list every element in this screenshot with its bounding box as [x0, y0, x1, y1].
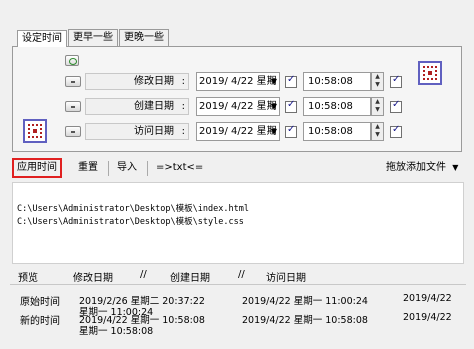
refresh-icon[interactable]: [65, 55, 79, 66]
created-date-checkbox[interactable]: [285, 99, 297, 113]
reset-button[interactable]: 重置: [78, 158, 98, 178]
spin-down-icon[interactable]: ▼: [372, 131, 383, 139]
modified-row-button[interactable]: [65, 76, 81, 87]
modified-time-spinner[interactable]: ▲ ▼: [371, 72, 384, 91]
modified-date-label: 修改日期 :: [85, 73, 189, 90]
preview-col-modified: 修改日期: [73, 273, 113, 284]
spin-up-icon[interactable]: ▲: [372, 98, 383, 106]
chevron-down-icon: ▼: [270, 127, 277, 136]
chevron-down-icon: ▼: [452, 163, 459, 172]
preview-sep: //: [238, 269, 245, 280]
created-date-label: 创建日期 :: [85, 98, 189, 115]
drag-add-files-label: 拖放添加文件: [386, 162, 446, 173]
list-item[interactable]: C:\Users\Administrator\Desktop\模板\index.…: [17, 203, 463, 216]
accessed-date-label-text: 访问日期: [134, 126, 174, 137]
original-time-label: 原始时间: [20, 297, 60, 308]
chevron-down-icon: ▼: [270, 77, 277, 86]
toolbar-divider: [108, 161, 109, 176]
created-row-button[interactable]: [65, 101, 81, 112]
drag-add-files-dropdown[interactable]: 拖放添加文件 ▼: [386, 158, 458, 178]
new-modified-cont: 星期一 10:58:08: [79, 326, 154, 337]
tab-set-time[interactable]: 设定时间: [17, 30, 67, 47]
created-date-label-text: 创建日期: [134, 101, 174, 112]
txt-convert-button[interactable]: =>txt<=: [156, 158, 203, 178]
modified-date-checkbox[interactable]: [285, 74, 297, 88]
tab-later[interactable]: 更晚一些: [119, 29, 169, 46]
preview-sep: //: [140, 269, 147, 280]
accessed-date-picker[interactable]: 2019/ 4/22 星期 ▼: [196, 122, 280, 141]
modified-time-checkbox[interactable]: [390, 74, 402, 88]
apply-time-button[interactable]: 应用时间: [12, 158, 62, 178]
chevron-down-icon: ▼: [270, 102, 277, 111]
preview-header: 预览: [18, 269, 38, 284]
accessed-date-checkbox[interactable]: [285, 124, 297, 138]
accessed-date-label: 访问日期 :: [85, 123, 189, 140]
created-time-input[interactable]: 10:58:08: [303, 97, 371, 116]
original-accessed-value: 2019/4/22: [403, 293, 452, 304]
accessed-time-input[interactable]: 10:58:08: [303, 122, 371, 141]
file-list[interactable]: C:\Users\Administrator\Desktop\模板\index.…: [12, 182, 464, 264]
list-item[interactable]: C:\Users\Administrator\Desktop\模板\style.…: [17, 216, 463, 229]
clock-icon[interactable]: [418, 61, 442, 85]
accessed-time-spinner[interactable]: ▲ ▼: [371, 122, 384, 141]
toolbar-divider: [147, 161, 148, 176]
accessed-date-value: 2019/ 4/22 星期: [199, 126, 277, 137]
accessed-colon: :: [181, 126, 185, 137]
modified-date-value: 2019/ 4/22 星期: [199, 76, 277, 87]
spin-down-icon[interactable]: ▼: [372, 81, 383, 89]
created-date-picker[interactable]: 2019/ 4/22 星期 ▼: [196, 97, 280, 116]
spin-up-icon[interactable]: ▲: [372, 123, 383, 131]
time-settings-panel: 修改日期 : 2019/ 4/22 星期 ▼ 10:58:08 ▲▼ 创建日期 …: [12, 46, 462, 152]
spin-up-icon[interactable]: ▲: [372, 73, 383, 81]
tab-earlier[interactable]: 更早一些: [68, 29, 118, 46]
created-time-checkbox[interactable]: [390, 99, 402, 113]
spin-down-icon[interactable]: ▼: [372, 106, 383, 114]
modified-time-input[interactable]: 10:58:08: [303, 72, 371, 91]
preview-col-created: 创建日期: [170, 273, 210, 284]
tab-strip: 设定时间 更早一些 更晚一些: [17, 29, 170, 47]
preview-divider: [10, 284, 466, 285]
modified-date-picker[interactable]: 2019/ 4/22 星期 ▼: [196, 72, 280, 91]
created-colon: :: [181, 101, 185, 112]
created-time-spinner[interactable]: ▲ ▼: [371, 97, 384, 116]
import-button[interactable]: 导入: [117, 158, 137, 178]
modified-colon: :: [181, 76, 185, 87]
accessed-row-button[interactable]: [65, 126, 81, 137]
modified-date-label-text: 修改日期: [134, 76, 174, 87]
accessed-time-checkbox[interactable]: [390, 124, 402, 138]
new-created-value: 2019/4/22 星期一 10:58:08: [242, 315, 368, 326]
new-accessed-value: 2019/4/22: [403, 312, 452, 323]
action-toolbar: 应用时间 重置 导入 =>txt<= 拖放添加文件 ▼: [10, 158, 466, 180]
preview-label: 预览: [18, 273, 38, 284]
preview-col-accessed: 访问日期: [266, 273, 306, 284]
clock-icon[interactable]: [23, 119, 47, 143]
new-time-label: 新的时间: [20, 316, 60, 327]
created-date-value: 2019/ 4/22 星期: [199, 101, 277, 112]
original-created-value: 2019/4/22 星期一 11:00:24: [242, 296, 368, 307]
